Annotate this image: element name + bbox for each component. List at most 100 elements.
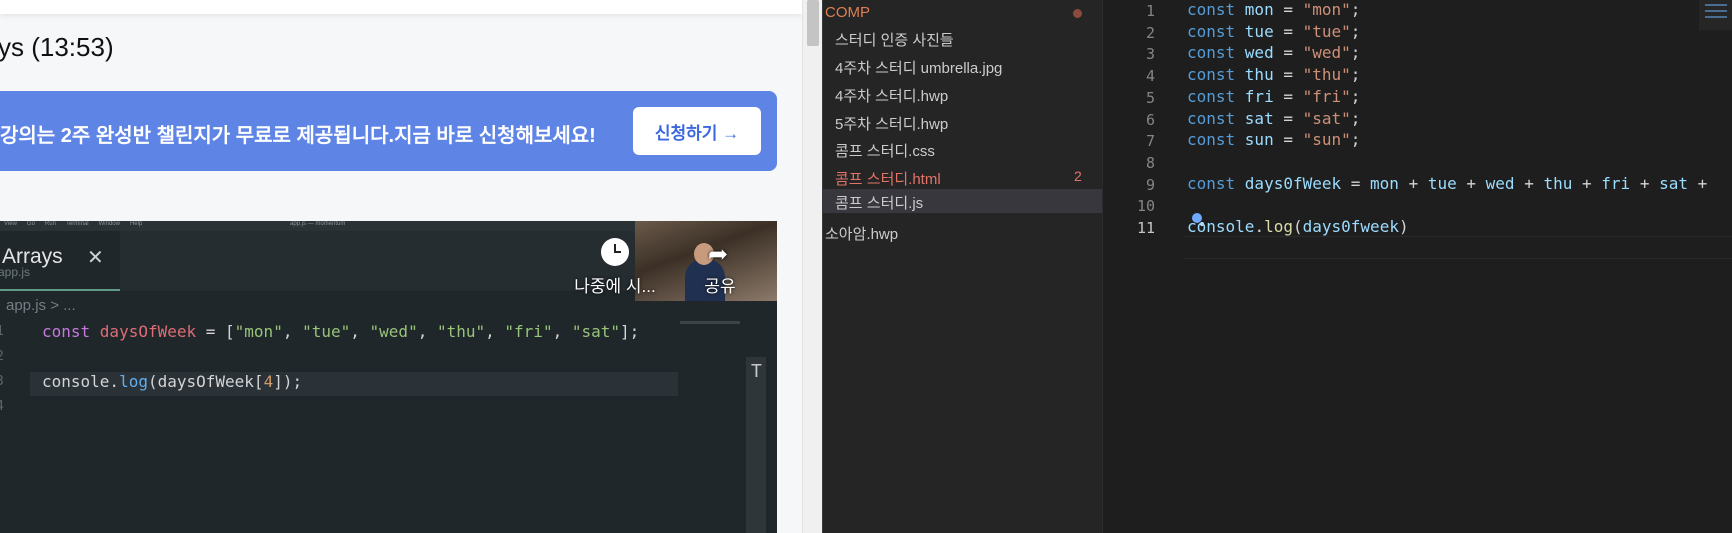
active-line-highlight [1183, 236, 1732, 259]
problem-count-badge: 2 [1074, 168, 1082, 184]
explorer-file[interactable]: 소아암.hwp [823, 220, 1093, 244]
share-icon: ➦ [708, 241, 729, 268]
file-label: 5주차 스터디.hwp [835, 116, 949, 133]
explorer-file[interactable]: 4주차 스터디 umbrella.jpg [823, 54, 1102, 78]
code-token: sun [1244, 130, 1274, 150]
code-token: const [1187, 108, 1245, 128]
code-token: const [1187, 0, 1245, 19]
code-token: wed [1485, 173, 1515, 193]
video-tab-label: Arrays [2, 245, 63, 268]
code-token: + [1630, 173, 1660, 193]
file-label: 콤프 스터디.html [835, 171, 941, 188]
code-token: "sun" [1302, 130, 1351, 150]
code-token: mon [1244, 0, 1274, 19]
code-token: ; [1350, 65, 1361, 85]
code-token: "sat" [571, 322, 621, 341]
code-token: log [119, 372, 148, 391]
code-token: = [1273, 43, 1303, 63]
code-token: const [1187, 21, 1245, 41]
line-number: 8 [1145, 153, 1155, 172]
explorer-file[interactable]: 5주차 스터디.hwp [823, 110, 1102, 134]
file-label: 4주차 스터디.hwp [835, 88, 949, 105]
code-token: "sat" [1302, 108, 1351, 128]
code-line: const sat = "sat"; [1187, 109, 1360, 128]
line-number: 11 [1136, 219, 1155, 237]
code-line: console.log(days0fweek) [1187, 217, 1409, 236]
code-token: , [282, 322, 303, 341]
code-token: = [1273, 21, 1303, 41]
explorer-file[interactable]: 4주차 스터디.hwp [823, 82, 1102, 106]
line-number: 2 [1145, 23, 1155, 42]
code-token: , [552, 322, 572, 341]
explorer-file[interactable]: 콤프 스터디.js [823, 189, 1102, 213]
browser-scrollbar[interactable] [802, 0, 822, 533]
code-token: = [ [196, 322, 235, 341]
code-token: ]; [620, 322, 640, 341]
line-number: 10 [1136, 197, 1155, 216]
file-label: 콤프 스터디.css [835, 143, 935, 160]
code-token: tue [1244, 21, 1274, 41]
modified-dot [1073, 9, 1082, 18]
close-icon: ✕ [87, 247, 104, 269]
code-token: + [1514, 173, 1544, 193]
apply-button[interactable]: 신청하기 → [633, 107, 761, 155]
video-minimap [680, 321, 740, 324]
code-token: "wed" [1302, 43, 1351, 63]
code-token: days0fWeek [1244, 173, 1342, 193]
code-token: = [1273, 65, 1303, 85]
explorer-sidebar: COMP 스터디 인증 사진들 4주차 스터디 umbrella.jpg 4주차 스… [822, 0, 1102, 533]
code-token: = [1273, 130, 1303, 150]
code-token: thu [1543, 173, 1573, 193]
line-number: 7 [1145, 132, 1155, 151]
code-token: ; [1350, 21, 1361, 41]
share-button[interactable]: ➦ 공유 [690, 238, 750, 298]
code-token: 4 [263, 372, 274, 391]
browser-scroll-thumb[interactable] [807, 0, 819, 46]
code-token: wed [1244, 43, 1274, 63]
code-token: mon [1370, 173, 1399, 193]
code-line: console.log(daysOfWeek[4]); [42, 372, 302, 391]
code-token: + [1688, 173, 1708, 193]
watch-later-button[interactable]: 나중에 시... [560, 238, 670, 298]
code-line: const sun = "sun"; [1187, 130, 1360, 149]
code-token: ; [1350, 43, 1361, 63]
file-label: 콤프 스터디.js [835, 195, 924, 212]
code-token: "wed" [369, 322, 418, 341]
code-token: ; [1350, 86, 1361, 106]
line-number: 3 [1145, 45, 1155, 64]
code-editor[interactable]: 1 const mon = "mon"; 2 const tue = "tue"; 3 c… [1102, 0, 1732, 533]
code-token: = [1273, 86, 1303, 106]
code-token: "fri" [1302, 86, 1351, 106]
code-line: const wed = "wed"; [1187, 43, 1360, 62]
explorer-file[interactable]: 스터디 인증 사진들 [823, 26, 1102, 50]
explorer-file[interactable]: 콤프 스터디.html 2 [823, 165, 1102, 189]
code-token: ; [1350, 130, 1361, 150]
lecture-page: ys (13:53) 강의는 2주 완성반 챌린지가 무료로 제공됩니다.지금 … [0, 0, 802, 533]
watch-later-label: 나중에 시... [574, 277, 656, 296]
code-token: "thu" [436, 322, 486, 341]
code-token: = [1273, 0, 1303, 19]
explorer-folder[interactable]: COMP [823, 1, 1102, 25]
code-token: + [1398, 173, 1428, 193]
file-label: 스터디 인증 사진들 [835, 32, 954, 49]
code-token: , [485, 322, 505, 341]
line-number: 1 [0, 324, 4, 339]
line-number: 4 [0, 399, 4, 414]
line-number: 5 [1145, 88, 1155, 107]
code-token: sat [1659, 173, 1688, 193]
code-token: ) [1398, 217, 1409, 236]
code-token: daysOfWeek [99, 322, 197, 341]
code-token: (daysOfWeek[ [147, 372, 264, 391]
code-token: "mon" [234, 322, 283, 341]
code-token: . [1254, 217, 1265, 236]
line-number: 1 [1145, 2, 1155, 20]
code-token: const [1187, 86, 1245, 106]
code-token: fri [1601, 173, 1631, 193]
code-token: console. [42, 372, 120, 391]
code-token: const [1187, 43, 1245, 63]
folder-label: COMP [825, 4, 870, 21]
explorer-file[interactable]: 콤프 스터디.css [823, 137, 1102, 161]
code-token: "fri" [504, 322, 553, 341]
code-token: = [1273, 108, 1303, 128]
file-label: 소아암.hwp [825, 226, 899, 243]
